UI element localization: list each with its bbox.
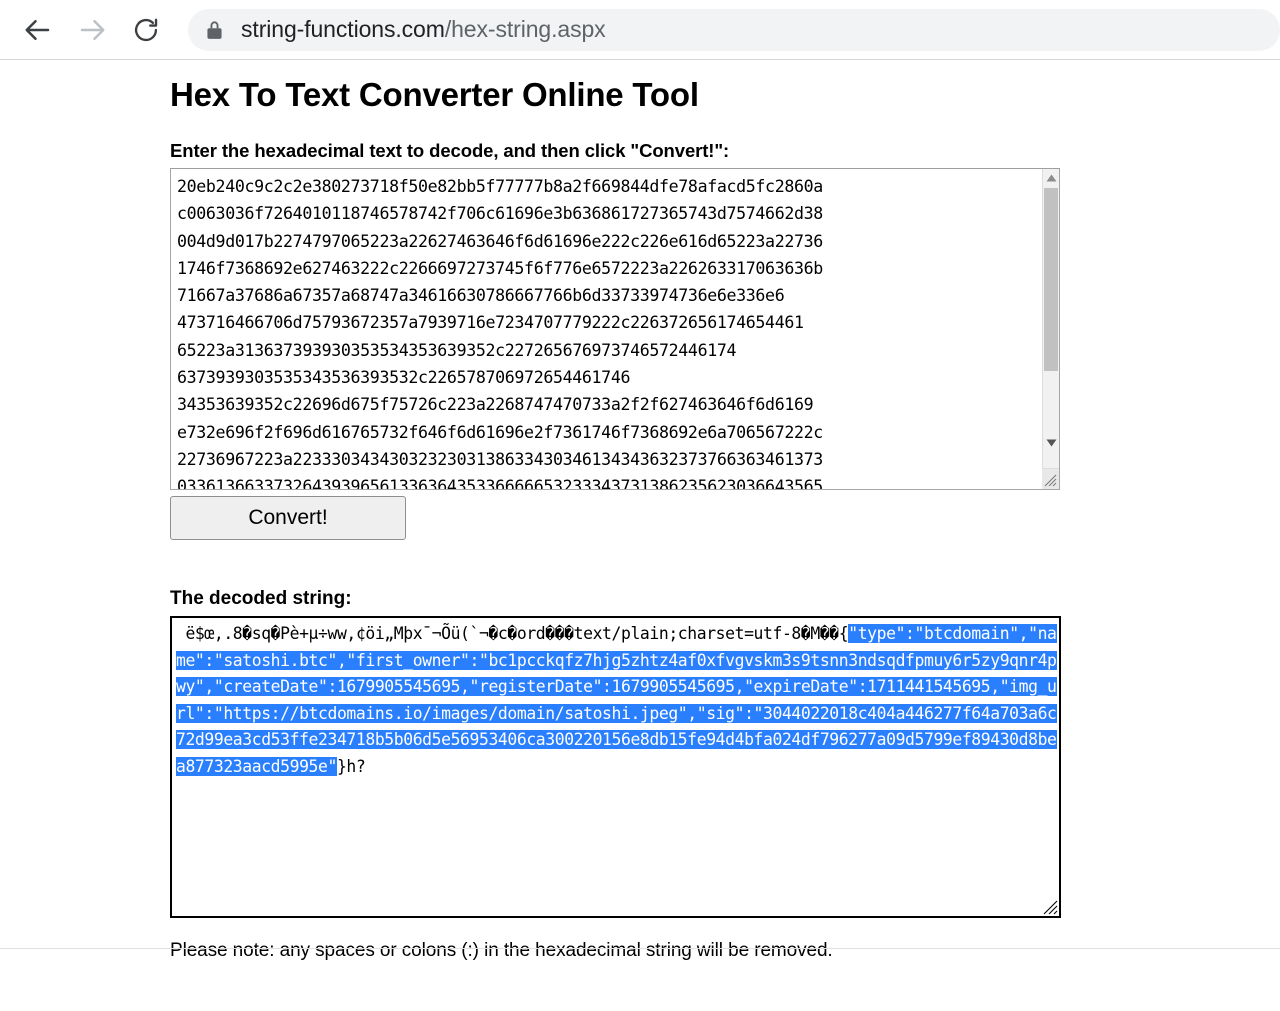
hex-input-resize-grip[interactable] <box>1042 468 1059 489</box>
scrollbar-up-arrow[interactable] <box>1043 169 1059 186</box>
decoded-prefix: ë$œ,.8�sq�Pè+µ÷ww,¢öi„Mþx¯¬Õü(`¬�c�ord��… <box>176 624 849 643</box>
url-domain: string-functions.com <box>241 16 445 42</box>
arrow-right-icon <box>77 15 107 45</box>
address-bar[interactable]: string-functions.com/hex-string.aspx <box>188 8 1280 51</box>
reload-icon <box>132 16 160 44</box>
resize-grip-icon <box>1042 469 1059 489</box>
url-path: /hex-string.aspx <box>444 16 606 42</box>
resize-grip-icon <box>1042 900 1059 916</box>
decoded-string-label: The decoded string: <box>170 588 352 609</box>
hex-input-textarea[interactable]: 20eb240c9c2c2e380273718f50e82bb5f77777b8… <box>170 168 1060 490</box>
hex-note: Please note: any spaces or colons (:) in… <box>170 940 833 961</box>
arrow-left-icon <box>23 15 53 45</box>
page-body: Hex To Text Converter Online Tool Enter … <box>0 60 1280 962</box>
triangle-up-icon <box>1046 169 1057 187</box>
hex-input-scrollbar[interactable] <box>1042 169 1059 489</box>
reload-button[interactable] <box>126 10 166 50</box>
back-button[interactable] <box>18 10 58 50</box>
lock-icon <box>206 20 223 40</box>
url-text: string-functions.com/hex-string.aspx <box>241 16 606 43</box>
decoded-suffix: }h? <box>336 756 366 776</box>
hex-input-label: Enter the hexadecimal text to decode, an… <box>170 140 730 161</box>
decoded-selected-json: "type":"btcdomain","name":"satoshi.btc",… <box>176 624 1057 776</box>
decoded-output-textarea[interactable]: ë$œ,.8�sq�Pè+µ÷ww,¢öi„Mþx¯¬Õü(`¬�c�ord��… <box>170 616 1061 918</box>
triangle-down-icon <box>1046 434 1057 452</box>
page-title: Hex To Text Converter Online Tool <box>170 76 699 113</box>
scrollbar-down-arrow[interactable] <box>1043 434 1059 451</box>
hex-input-value[interactable]: 20eb240c9c2c2e380273718f50e82bb5f77777b8… <box>171 169 1042 489</box>
decoded-output-resize-grip[interactable] <box>1042 899 1059 916</box>
browser-toolbar: string-functions.com/hex-string.aspx <box>0 0 1280 60</box>
page-content: Hex To Text Converter Online Tool Enter … <box>170 60 1280 962</box>
page-bottom-divider <box>0 948 1280 949</box>
scrollbar-thumb[interactable] <box>1044 188 1058 371</box>
decoded-output-value[interactable]: ë$œ,.8�sq�Pè+µ÷ww,¢öi„Mþx¯¬Õü(`¬�c�ord��… <box>172 618 1059 781</box>
forward-button[interactable] <box>72 10 112 50</box>
convert-button[interactable]: Convert! <box>170 496 406 540</box>
